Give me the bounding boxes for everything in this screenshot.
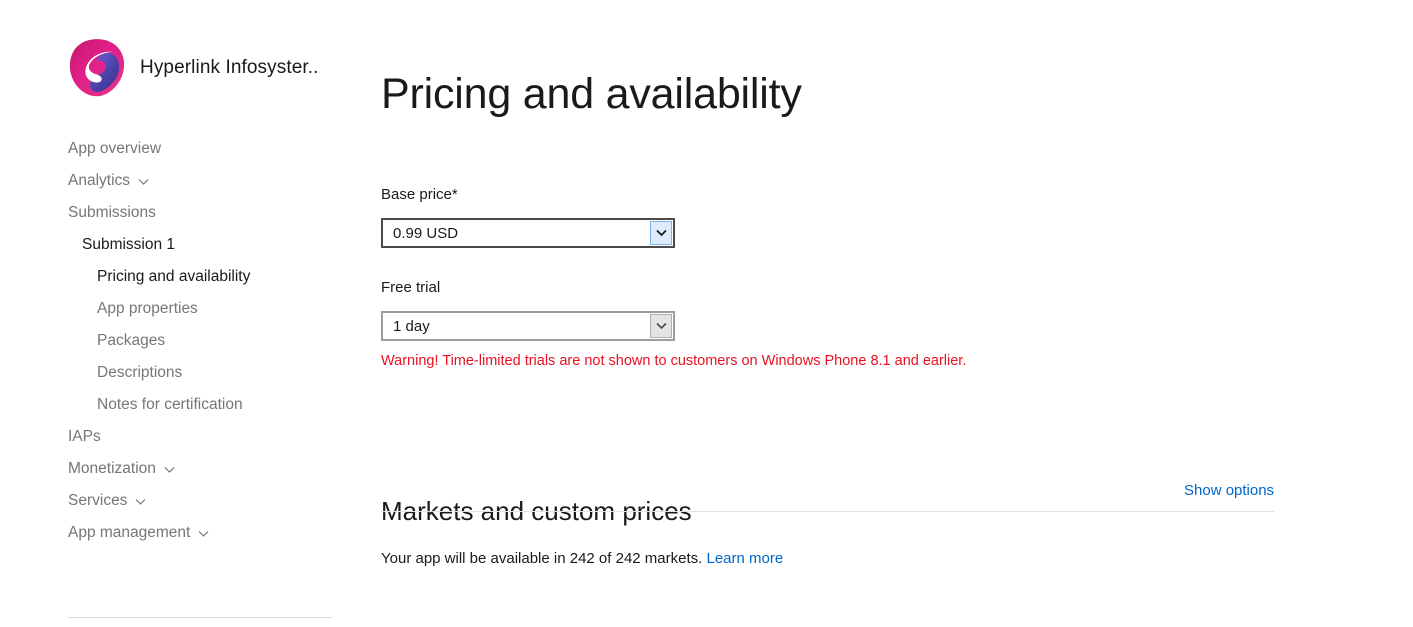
sidebar-item-label: IAPs xyxy=(68,428,101,445)
sidebar-item-label: App management xyxy=(68,524,191,541)
sidebar-item-label: Descriptions xyxy=(97,364,183,381)
markets-availability-text: Your app will be available in 242 of 242… xyxy=(381,550,783,567)
chevron-down-icon xyxy=(163,463,176,476)
sidebar-item-label: Services xyxy=(68,492,128,509)
sidebar-item-analytics[interactable]: Analytics xyxy=(0,165,360,197)
free-trial-value: 1 day xyxy=(393,317,430,335)
sidebar: Hyperlink Infosyster.. App overview Anal… xyxy=(0,0,360,627)
sidebar-item-iaps[interactable]: IAPs xyxy=(0,421,360,453)
sidebar-item-submissions[interactable]: Submissions xyxy=(0,197,360,229)
sidebar-item-pricing-and-availability[interactable]: Pricing and availability xyxy=(0,261,360,293)
sidebar-nav: App overview Analytics Submissions Submi… xyxy=(0,133,360,549)
sidebar-item-app-overview[interactable]: App overview xyxy=(0,133,360,165)
learn-more-link[interactable]: Learn more xyxy=(707,550,784,567)
sidebar-item-label: Analytics xyxy=(68,172,131,189)
sidebar-item-monetization[interactable]: Monetization xyxy=(0,453,360,485)
sidebar-item-services[interactable]: Services xyxy=(0,485,360,517)
base-price-label: Base price* xyxy=(381,186,458,203)
free-trial-label: Free trial xyxy=(381,279,441,296)
sidebar-item-label: App overview xyxy=(68,140,162,157)
sidebar-item-notes-for-certification[interactable]: Notes for certification xyxy=(0,389,360,421)
sidebar-item-label: Submission 1 xyxy=(82,236,176,253)
sidebar-item-submission-1[interactable]: Submission 1 xyxy=(0,229,360,261)
base-price-value: 0.99 USD xyxy=(393,224,459,242)
page-title: Pricing and availability xyxy=(381,69,802,118)
brand-header[interactable]: Hyperlink Infosyster.. xyxy=(68,38,319,98)
chevron-down-icon xyxy=(137,175,150,188)
sidebar-item-label: Monetization xyxy=(68,460,156,477)
hyperlink-logo-icon xyxy=(69,39,125,97)
free-trial-warning-text: Warning! Time-limited trials are not sho… xyxy=(381,353,967,369)
free-trial-select[interactable]: 1 day xyxy=(381,311,675,341)
sidebar-item-label: Notes for certification xyxy=(97,396,243,413)
markets-section-divider xyxy=(381,511,1274,512)
markets-availability-label: Your app will be available in 242 of 242… xyxy=(381,550,703,567)
base-price-select[interactable]: 0.99 USD xyxy=(381,218,675,248)
show-options-link[interactable]: Show options xyxy=(1184,482,1274,499)
sidebar-item-app-properties[interactable]: App properties xyxy=(0,293,360,325)
sidebar-item-label: Pricing and availability xyxy=(97,268,251,285)
sidebar-item-app-management[interactable]: App management xyxy=(0,517,360,549)
sidebar-item-descriptions[interactable]: Descriptions xyxy=(0,357,360,389)
sidebar-item-label: App properties xyxy=(97,300,198,317)
chevron-down-icon xyxy=(197,527,210,540)
brand-name: Hyperlink Infosyster.. xyxy=(140,57,319,78)
sidebar-item-label: Packages xyxy=(97,332,166,349)
chevron-down-icon[interactable] xyxy=(650,314,672,338)
chevron-down-icon[interactable] xyxy=(650,221,672,245)
chevron-down-icon xyxy=(134,495,147,508)
main-content: Pricing and availability Base price* 0.9… xyxy=(381,0,1413,627)
sidebar-divider xyxy=(68,617,332,618)
sidebar-item-label: Submissions xyxy=(68,204,156,221)
sidebar-item-packages[interactable]: Packages xyxy=(0,325,360,357)
